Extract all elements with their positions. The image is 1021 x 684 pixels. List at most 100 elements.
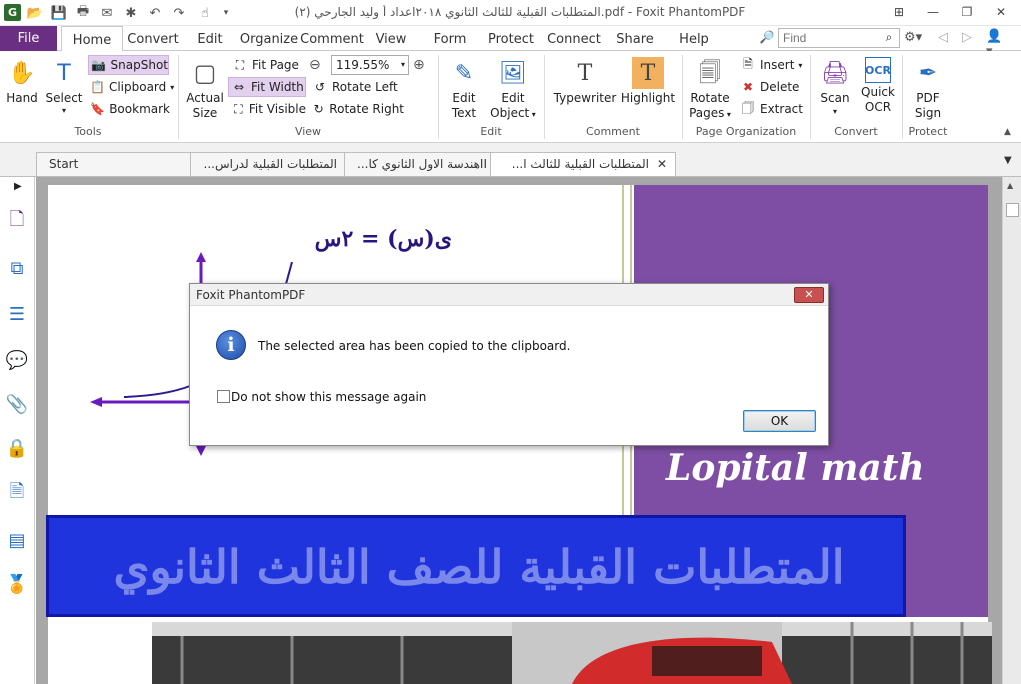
tab-file[interactable]: File	[0, 26, 57, 51]
close-button[interactable]: ✕	[986, 2, 1016, 22]
scan-button[interactable]: 🖨 Scan ▾	[814, 55, 856, 123]
certificate-icon[interactable]: 🏅	[4, 571, 30, 597]
pdf-sign-button[interactable]: ✒ PDF Sign	[906, 55, 950, 123]
ok-button[interactable]: OK	[743, 410, 816, 432]
email-icon[interactable]: ✉	[98, 4, 116, 22]
doc-tab-active[interactable]: ...المتطلبات القبلية للثالث ا ✕	[490, 152, 676, 176]
layers-icon[interactable]: ☰	[4, 301, 30, 327]
doc-tab-3[interactable]: ...هندسة الاول الثانوي كاII	[344, 152, 492, 176]
rotate-right-button[interactable]: ↻ Rotate Right	[310, 99, 404, 119]
pdf-sign-label-2: Sign	[914, 106, 942, 120]
fit-page-button[interactable]: ⛶ Fit Page	[230, 55, 304, 75]
pen-sign-icon: ✒	[918, 60, 938, 86]
edit-object-icon: 🖼	[499, 60, 527, 86]
save-icon[interactable]: 💾	[50, 4, 68, 22]
dont-show-label[interactable]: Do not show this message again	[231, 390, 426, 404]
print-icon[interactable]: 🖶	[74, 4, 92, 22]
undo-icon[interactable]: ↶	[146, 4, 164, 22]
hand-tool-icon[interactable]: ☝	[196, 4, 214, 22]
rotate-left-button[interactable]: ↺ Rotate Left	[310, 77, 400, 97]
tab-convert[interactable]: Convert	[125, 26, 181, 51]
extract-page-icon: 🗍	[742, 100, 754, 115]
rotate-left-label: Rotate Left	[332, 80, 398, 94]
actual-size-icon: ▢	[193, 58, 217, 87]
user-account-icon[interactable]: 👤▾	[986, 29, 1006, 59]
info-icon: i	[216, 330, 246, 360]
customize-dropdown-icon[interactable]: ▾	[220, 4, 232, 22]
vertical-scrollbar[interactable]: ▲	[1002, 177, 1021, 684]
expand-panel-icon[interactable]: ▶	[14, 181, 26, 195]
tab-list-dropdown-icon[interactable]: ▼	[1004, 155, 1016, 167]
typewriter-button[interactable]: T Typewriter	[552, 55, 618, 123]
clipboard-label: Clipboard	[108, 80, 167, 94]
typewriter-label: Typewriter	[553, 91, 617, 105]
attachments-icon[interactable]: 📎	[4, 391, 30, 417]
search-icon[interactable]: ⌕	[881, 30, 897, 46]
tab-help[interactable]: Help	[674, 26, 714, 51]
tab-share[interactable]: Share	[612, 26, 658, 51]
maximize-button[interactable]: ❐	[952, 2, 982, 22]
formula-text: ى(س) = ٢س	[314, 226, 452, 252]
restore-ribbon-icon[interactable]: ⊞	[885, 2, 913, 22]
zoom-out-icon[interactable]: ⊖	[309, 57, 327, 75]
folder-search-icon[interactable]: 🔎	[758, 30, 776, 48]
tab-connect[interactable]: Connect	[546, 26, 602, 51]
tab-view[interactable]: View	[370, 26, 412, 51]
signatures-icon[interactable]: 🗎	[4, 481, 30, 507]
collapse-ribbon-icon[interactable]: ▲	[1004, 127, 1018, 139]
snapshot-button[interactable]: 📷 SnapShot	[88, 55, 169, 75]
tab-organize[interactable]: Organize	[238, 26, 300, 51]
extract-button[interactable]: 🗍 Extract	[738, 99, 804, 119]
hand-button[interactable]: ✋ Hand	[4, 55, 40, 123]
fit-visible-button[interactable]: ⛶ Fit Visible	[230, 99, 306, 119]
minimize-button[interactable]: —	[918, 2, 948, 22]
bookmark-button[interactable]: 🔖 Bookmark	[88, 99, 170, 119]
actual-size-button[interactable]: ▢ Actual Size	[184, 55, 226, 123]
quick-ocr-label-2: OCR	[864, 100, 892, 114]
tab-edit[interactable]: Edit	[188, 26, 232, 51]
zoom-in-icon[interactable]: ⊕	[413, 57, 431, 75]
settings-gear-icon[interactable]: ⚙▾	[904, 30, 928, 48]
tab-home[interactable]: Home	[61, 26, 123, 52]
zoom-select[interactable]: 119.55% ▾	[331, 55, 409, 75]
security-lock-icon[interactable]: 🔒	[4, 435, 30, 461]
fit-width-button[interactable]: ⇔ Fit Width	[228, 77, 306, 97]
tab-comment[interactable]: Comment	[300, 26, 364, 51]
forward-arrow-icon[interactable]: ▷	[962, 30, 976, 48]
thumbnails-icon[interactable]: ⧉	[4, 255, 30, 281]
scroll-up-icon[interactable]: ▲	[1007, 181, 1017, 191]
scrollbar-thumb[interactable]	[1006, 203, 1019, 217]
open-icon[interactable]: 📂	[26, 4, 44, 22]
group-label-comment: Comment	[586, 125, 640, 138]
camera-icon: 📷	[91, 58, 107, 72]
tab-protect[interactable]: Protect	[484, 26, 538, 51]
quick-ocr-button[interactable]: OCR Quick OCR	[858, 55, 898, 123]
edit-object-button[interactable]: 🖼 Edit Object ▾	[488, 55, 538, 123]
comments-icon[interactable]: 💬	[4, 347, 30, 373]
doc-tab-start[interactable]: Start	[36, 152, 192, 176]
content-icon[interactable]: ▤	[4, 527, 30, 553]
find-input[interactable]	[783, 30, 875, 46]
edit-text-button[interactable]: ✎ Edit Text	[444, 55, 484, 123]
doc-tab-2[interactable]: ...المتطلبات القبلية لدراس	[190, 152, 346, 176]
highlight-button[interactable]: T Highlight	[620, 55, 676, 123]
new-icon[interactable]: ✱	[122, 4, 140, 22]
close-tab-icon[interactable]: ✕	[657, 153, 667, 175]
rotate-pages-label-1: Rotate	[690, 91, 730, 105]
dont-show-checkbox[interactable]	[217, 390, 230, 403]
select-button[interactable]: T Select ▾	[44, 55, 84, 123]
pages-icon[interactable]: 🗋	[4, 209, 30, 235]
dialog-title-bar: Foxit PhantomPDF ✕	[190, 284, 828, 306]
edit-text-label-2: Text	[451, 106, 477, 120]
delete-button[interactable]: ✖ Delete	[738, 77, 802, 97]
clipboard-button[interactable]: 📋 Clipboard ▾	[88, 77, 174, 97]
tab-form[interactable]: Form	[428, 26, 472, 51]
banner-title: المتطلبات القبلية للصف الثالث الثانوي	[113, 540, 845, 594]
rotate-left-icon: ↺	[314, 80, 326, 94]
insert-button[interactable]: 🗎 Insert ▾	[738, 55, 808, 75]
dialog-close-button[interactable]: ✕	[794, 287, 824, 303]
redo-icon[interactable]: ↷	[170, 4, 188, 22]
back-arrow-icon[interactable]: ◁	[938, 30, 952, 48]
dialog-message: The selected area has been copied to the…	[258, 339, 571, 353]
rotate-pages-button[interactable]: 🗐 Rotate Pages ▾	[686, 55, 734, 123]
